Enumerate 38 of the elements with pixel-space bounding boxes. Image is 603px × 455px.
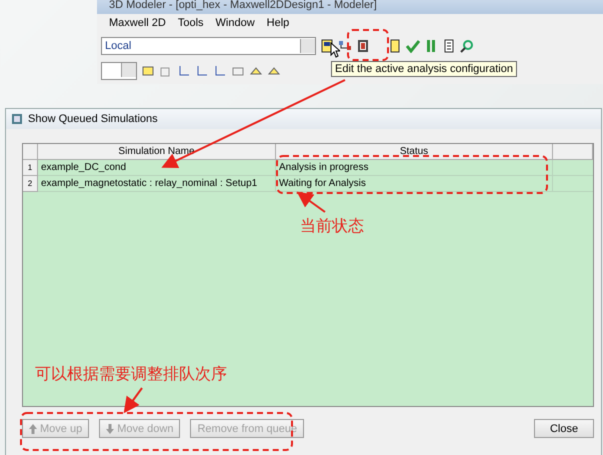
axis-icon[interactable]	[213, 64, 227, 78]
menu-item[interactable]: Help	[266, 17, 290, 31]
cursor-icon	[330, 42, 340, 58]
list-icon[interactable]	[442, 39, 456, 54]
window-title: 3D Modeler - [opti_hex - Maxwell2DDesign1 - Modeler]	[97, 0, 603, 14]
annotation-text: 可以根据需要调整排队次序	[35, 364, 227, 385]
document-icon[interactable]	[388, 39, 402, 54]
analysis-config-icon[interactable]	[356, 39, 370, 54]
highlight-box	[347, 29, 389, 61]
row-number: 1	[23, 160, 38, 176]
header-corner	[23, 144, 38, 160]
menu-item[interactable]: Window	[216, 17, 255, 31]
down-arrow-icon	[106, 424, 114, 434]
up-arrow-icon	[29, 424, 37, 434]
dialog-title: Show Queued Simulations	[28, 113, 158, 125]
panel-icon[interactable]	[141, 64, 155, 78]
magnifier-icon[interactable]	[460, 39, 474, 54]
window-icon	[12, 114, 22, 124]
row-number: 2	[23, 176, 38, 192]
dropdown[interactable]	[101, 62, 137, 80]
annotation-text: 当前状态	[300, 216, 364, 237]
menu-item[interactable]: Maxwell 2D	[109, 17, 166, 31]
arrow	[296, 192, 326, 213]
table-cell: example_magnetostatic : relay_nominal : Setup1	[38, 176, 276, 192]
tooltip: Edit the active analysis configuration	[331, 61, 517, 77]
computer-icon[interactable]	[320, 39, 334, 54]
arrow	[124, 387, 143, 414]
column-header[interactable]: Status	[276, 144, 553, 160]
axis-icon[interactable]	[177, 64, 191, 78]
table-cell: example_DC_cond	[38, 160, 276, 176]
action-button[interactable]: Close	[534, 419, 594, 438]
table-cell: Waiting for Analysis	[276, 176, 553, 192]
table-cell: Analysis in progress	[276, 160, 553, 176]
checkmark-icon[interactable]	[406, 39, 420, 54]
menu-item[interactable]: Tools	[178, 17, 204, 31]
machine-dropdown[interactable]: Local	[101, 37, 316, 56]
axis-icon[interactable]	[195, 64, 209, 78]
column-header[interactable]: Simulation Name	[38, 144, 276, 160]
